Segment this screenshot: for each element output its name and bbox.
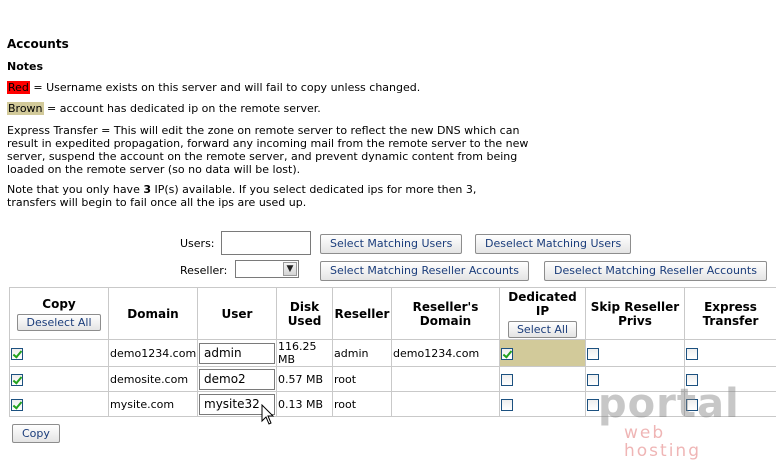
select-matching-reseller-button[interactable]: Select Matching Reseller Accounts [320,261,529,281]
deselect-all-button[interactable]: Deselect All [17,314,100,331]
user-cell: demo2 [198,367,277,392]
dedicated-ip-checkbox[interactable] [501,399,513,411]
col-reseller: Reseller [333,288,392,340]
reseller-domain-cell [392,392,500,417]
reseller-cell: root [333,392,392,417]
note-red: Red = Username exists on this server and… [7,81,420,94]
col-copy-label: Copy [11,297,107,311]
ip-count: 3 [143,183,151,196]
deselect-matching-reseller-button[interactable]: Deselect Matching Reseller Accounts [544,261,767,281]
skip-privs-cell [586,340,685,367]
red-legend-swatch: Red [7,81,30,94]
watermark-brand: portal [598,384,748,424]
brown-legend-text: = account has dedicated ip on the remote… [44,102,321,115]
reseller-cell: root [333,367,392,392]
select-matching-users-button[interactable]: Select Matching Users [320,234,462,254]
col-resellers-domain: Reseller's Domain [392,288,500,340]
page-title: Accounts [7,37,69,51]
col-user: User [198,288,277,340]
domain-cell: demosite.com [109,367,198,392]
dedicated-ip-cell [500,340,586,367]
ip-note-prefix: Note that you only have [7,183,143,196]
red-legend-text: = Username exists on this server and wil… [30,81,420,94]
brown-legend-swatch: Brown [7,102,44,115]
copy-checkbox[interactable] [11,374,23,386]
table-header-row: Copy Deselect All Domain User Disk Used … [10,288,776,340]
copy-cell [10,340,109,367]
col-copy: Copy Deselect All [10,288,109,340]
user-cell: admin [198,340,277,367]
col-express-transfer: Express Transfer [685,288,776,340]
reseller-domain-cell: demo1234.com [392,340,500,367]
deselect-matching-users-button[interactable]: Deselect Matching Users [475,234,631,254]
col-skip-reseller-privs: Skip Reseller Privs [586,288,685,340]
domain-cell: mysite.com [109,392,198,417]
dedicated-ip-checkbox[interactable] [501,348,513,360]
user-input[interactable]: admin [199,343,275,364]
domain-cell: demo1234.com [109,340,198,367]
reseller-label: Reseller: [180,264,227,277]
express-transfer-checkbox[interactable] [686,348,698,360]
disk-used-cell: 0.57 MB [277,367,333,392]
copy-cell [10,367,109,392]
reseller-domain-cell [392,367,500,392]
dedicated-ip-cell [500,392,586,417]
col-dedicated-ip-label: Dedicated IP [501,290,584,318]
col-dedicated-ip: Dedicated IP Select All [500,288,586,340]
chevron-down-icon[interactable]: ▼ [283,262,297,276]
express-cell [685,340,776,367]
users-label: Users: [180,237,215,250]
dedicated-ip-checkbox[interactable] [501,374,513,386]
table-row: demo1234.com admin 116.25 MB admin demo1… [10,340,776,367]
portal-watermark-logo: portal web hosting [598,384,748,444]
copy-checkbox[interactable] [11,348,23,360]
copy-accounts-button[interactable]: Copy [12,424,60,443]
ip-note: Note that you only have 3 IP(s) availabl… [7,183,512,209]
skip-privs-checkbox[interactable] [587,348,599,360]
copy-checkbox[interactable] [11,399,23,411]
disk-used-cell: 0.13 MB [277,392,333,417]
reseller-cell: admin [333,340,392,367]
col-disk-used: Disk Used [277,288,333,340]
col-domain: Domain [109,288,198,340]
select-all-dedicated-button[interactable]: Select All [508,321,577,338]
notes-heading: Notes [7,60,43,73]
dedicated-ip-cell [500,367,586,392]
user-input[interactable]: demo2 [199,369,275,390]
disk-used-cell: 116.25 MB [277,340,333,367]
watermark-sub: web hosting [624,424,748,460]
note-brown: Brown = account has dedicated ip on the … [7,102,321,115]
express-transfer-note: Express Transfer = This will edit the zo… [7,124,552,176]
copy-cell [10,392,109,417]
reseller-select[interactable]: ▼ [235,260,299,278]
users-filter-input[interactable] [221,231,311,255]
mouse-pointer-icon [261,404,275,426]
